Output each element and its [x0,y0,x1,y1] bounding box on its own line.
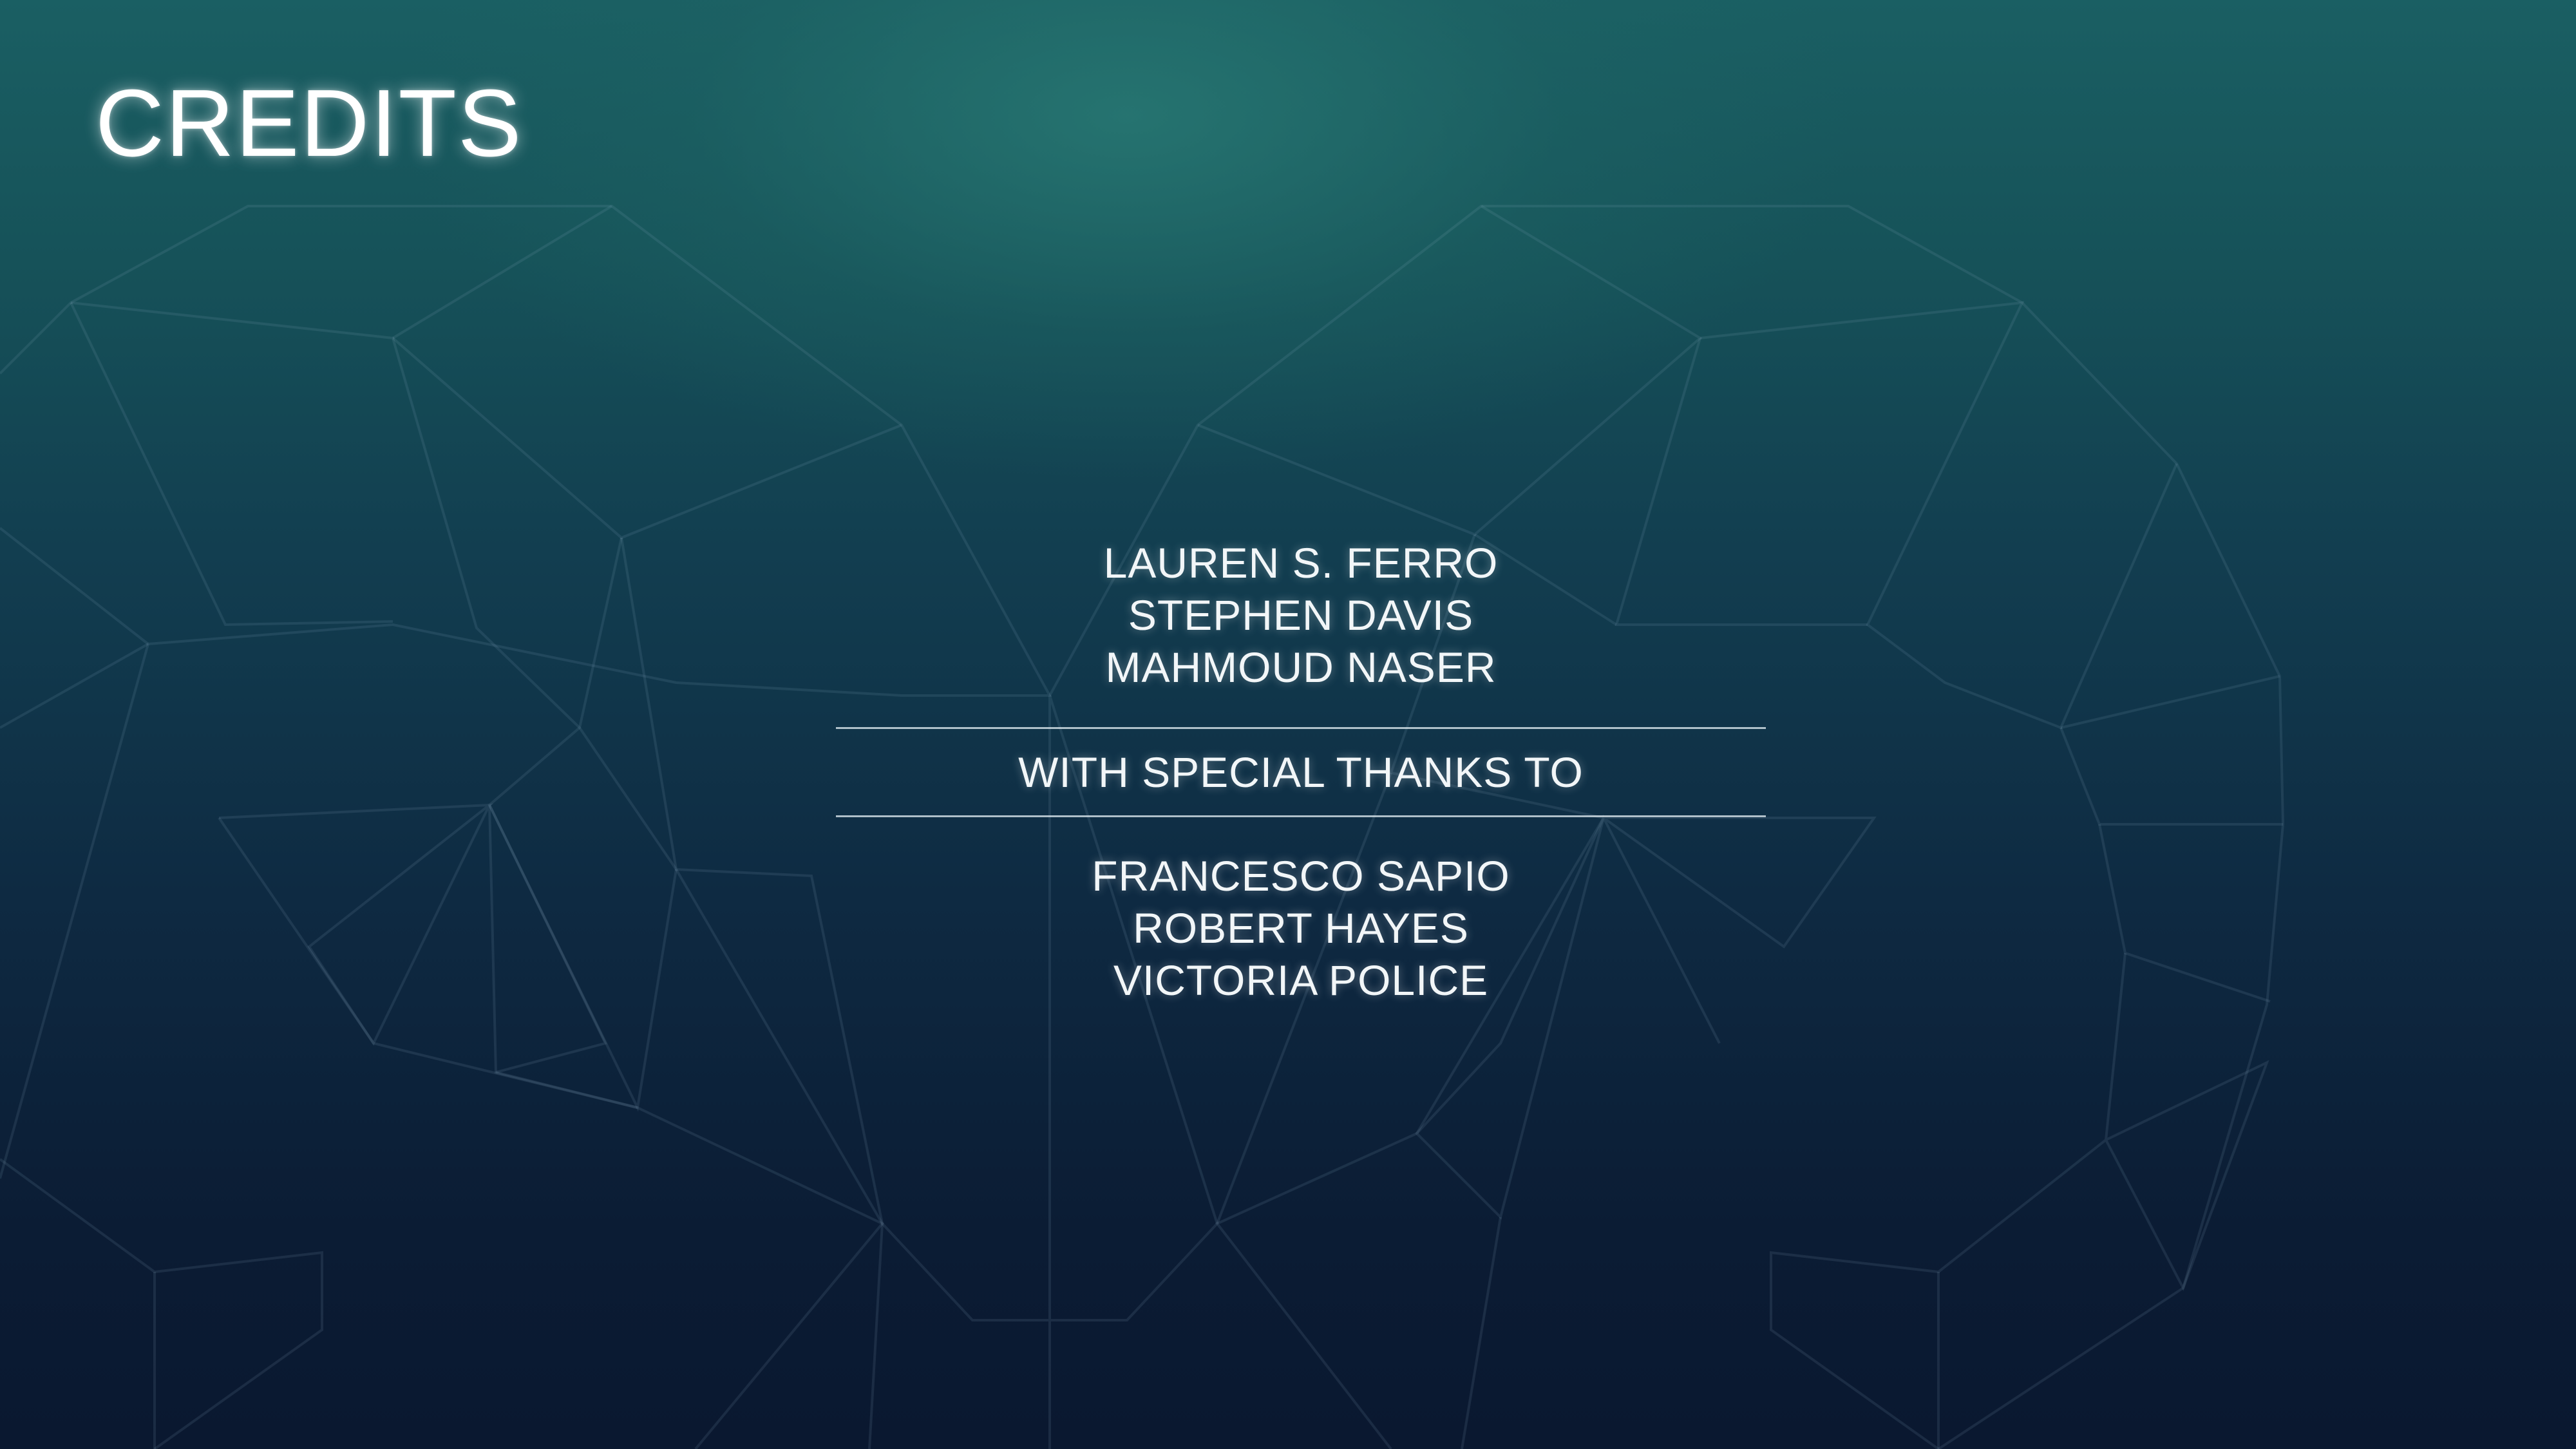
special-thanks-heading: WITH SPECIAL THANKS TO [836,727,1766,817]
background-polygon-pattern [0,205,2285,1449]
thanks-name: VICTORIA POLICE [1113,956,1489,1004]
author-name: STEPHEN DAVIS [1128,591,1474,639]
author-name: MAHMOUD NASER [1105,643,1497,691]
credits-slide: CREDITS LAUREN S. FERRO STEPHEN DAVIS MA… [0,0,2576,1449]
authors-list: LAUREN S. FERRO STEPHEN DAVIS MAHMOUD NA… [836,537,1766,694]
thanks-name: ROBERT HAYES [1133,904,1469,952]
thanks-list: FRANCESCO SAPIO ROBERT HAYES VICTORIA PO… [836,850,1766,1007]
thanks-name: FRANCESCO SAPIO [1092,852,1510,900]
page-title: CREDITS [95,70,523,176]
author-name: LAUREN S. FERRO [1103,539,1499,587]
